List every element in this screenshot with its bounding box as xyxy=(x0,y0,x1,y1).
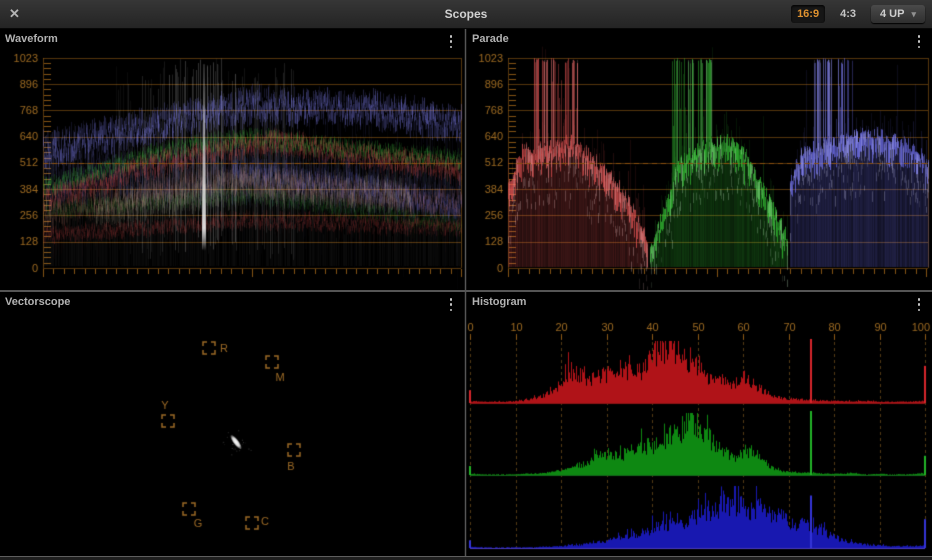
aspect-4-3-button[interactable]: 4:3 xyxy=(834,5,862,23)
topbar-controls: 16:9 4:3 4 UP ▾ xyxy=(791,0,925,28)
histogram-canvas xyxy=(467,292,932,556)
parade-header: Parade xyxy=(467,29,932,49)
kebab-menu-icon[interactable] xyxy=(446,298,456,311)
aspect-16-9-button[interactable]: 16:9 xyxy=(791,5,826,23)
chevron-down-icon: ▾ xyxy=(911,8,916,19)
waveform-title: Waveform xyxy=(5,33,58,45)
bottom-bar xyxy=(0,556,932,560)
parade-canvas xyxy=(467,29,932,290)
vectorscope-header: Vectorscope xyxy=(0,292,464,312)
waveform-canvas xyxy=(0,29,464,290)
vectorscope-panel: Vectorscope xyxy=(0,292,464,556)
kebab-menu-icon[interactable] xyxy=(914,298,924,311)
kebab-menu-icon[interactable] xyxy=(914,35,924,48)
waveform-panel: Waveform xyxy=(0,29,464,290)
topbar: ✕ Scopes 16:9 4:3 4 UP ▾ xyxy=(0,0,932,29)
vectorscope-title: Vectorscope xyxy=(5,296,71,308)
parade-title: Parade xyxy=(472,33,509,45)
histogram-title: Histogram xyxy=(472,296,527,308)
layout-select-label: 4 UP xyxy=(880,8,905,20)
vectorscope-canvas xyxy=(0,292,464,556)
histogram-header: Histogram xyxy=(467,292,932,312)
layout-select[interactable]: 4 UP ▾ xyxy=(871,5,925,23)
waveform-header: Waveform xyxy=(0,29,464,49)
scopes-window: ✕ Scopes 16:9 4:3 4 UP ▾ Waveform Parade… xyxy=(0,0,932,560)
kebab-menu-icon[interactable] xyxy=(446,35,456,48)
histogram-panel: Histogram xyxy=(467,292,932,556)
parade-panel: Parade xyxy=(467,29,932,290)
